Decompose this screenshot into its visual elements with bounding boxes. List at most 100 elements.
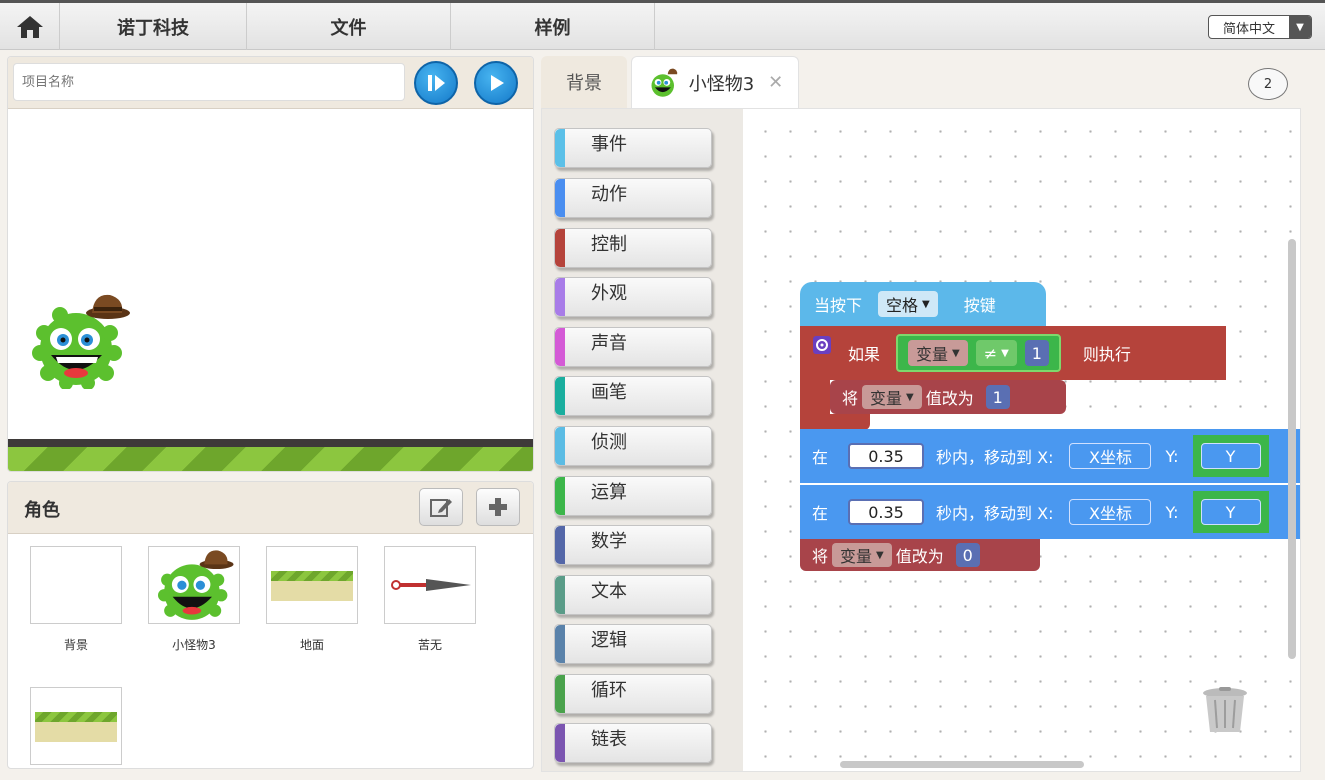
count-badge[interactable]: 2 [1248, 68, 1288, 100]
block-text: 秒内，移动到 X: [936, 504, 1054, 523]
block-palette: 事件 动作 控制 外观 声音 画笔 侦测 运算 数学 文本 逻辑 循环 链表 [542, 109, 743, 771]
set-variable-block[interactable]: 将 变量 ▼ 值改为 0 [800, 539, 1040, 571]
menu-file[interactable]: 文件 [247, 3, 451, 50]
category-color-bar [555, 675, 565, 713]
chevron-down-icon: ▼ [1289, 16, 1311, 38]
category-color-bar [555, 724, 565, 762]
category-label: 运算 [591, 482, 627, 503]
duration-input[interactable]: 0.35 [848, 443, 925, 469]
horizontal-scrollbar[interactable] [840, 761, 1084, 768]
set-variable-block[interactable]: 将 变量 ▼ 值改为 1 [830, 380, 1066, 414]
vertical-scrollbar[interactable] [1288, 239, 1296, 659]
when-key-pressed-block[interactable]: 当按下 空格 ▼ 按键 [800, 282, 1046, 326]
category-control[interactable]: 控制 [554, 228, 712, 268]
ground-line [8, 439, 533, 447]
compare-block[interactable]: 变量 ▼ ≠ ▼ 1 [896, 334, 1061, 372]
sprite-name: 小怪物3 [172, 638, 216, 652]
x-coordinate-input[interactable]: X坐标 [1069, 443, 1152, 469]
category-lists[interactable]: 链表 [554, 723, 712, 763]
category-label: 逻辑 [591, 630, 627, 651]
block-text: 当按下 [814, 296, 863, 315]
category-sound[interactable]: 声音 [554, 327, 712, 367]
category-text[interactable]: 文本 [554, 575, 712, 615]
block-text: 则执行 [1082, 345, 1131, 364]
language-select[interactable]: 简体中文 ▼ [1208, 15, 1312, 39]
category-loops[interactable]: 循环 [554, 674, 712, 714]
key-value: 空格 [886, 296, 919, 315]
glide-to-block[interactable]: 在 0.35 秒内，移动到 X: X坐标 Y: Y [800, 429, 1300, 483]
category-label: 事件 [591, 134, 627, 155]
variable-dropdown[interactable]: 变量 ▼ [908, 340, 968, 366]
y-coordinate-input[interactable]: Y [1200, 443, 1261, 469]
sprite-item-background[interactable]: 背景 [30, 546, 122, 653]
character-title: 角色 [24, 500, 60, 521]
project-name-input[interactable] [13, 63, 405, 101]
gear-icon[interactable] [812, 335, 832, 355]
category-pen[interactable]: 画笔 [554, 376, 712, 416]
stage-canvas[interactable] [8, 109, 533, 471]
category-color-bar [555, 377, 565, 415]
category-label: 链表 [591, 729, 627, 750]
number-input[interactable]: 1 [1024, 340, 1049, 366]
tab-sprite[interactable]: 小怪物3 ✕ [631, 56, 799, 108]
category-math[interactable]: 数学 [554, 525, 712, 565]
glide-to-block[interactable]: 在 0.35 秒内，移动到 X: X坐标 Y: Y [800, 485, 1300, 539]
edit-icon [430, 499, 452, 517]
category-label: 文本 [591, 581, 627, 602]
sprite-item-kunai[interactable]: 苦无 [384, 546, 476, 653]
category-color-bar [555, 526, 565, 564]
code-workspace: 事件 动作 控制 外观 声音 画笔 侦测 运算 数学 文本 逻辑 循环 链表 当… [541, 108, 1301, 772]
add-character-button[interactable] [476, 488, 520, 526]
sprite-item-monster[interactable]: 小怪物3 [148, 546, 240, 653]
block-text: 将 [842, 389, 859, 408]
duration-input[interactable]: 0.35 [848, 499, 925, 525]
category-label: 动作 [591, 184, 627, 205]
y-reporter-block[interactable]: Y [1192, 435, 1269, 477]
menu-examples[interactable]: 样例 [451, 3, 655, 50]
if-block[interactable]: 如果 变量 ▼ ≠ ▼ 1 则执行 [800, 326, 1226, 380]
key-dropdown[interactable]: 空格 ▼ [878, 291, 938, 317]
monster-thumb-icon [158, 550, 234, 620]
operator-dropdown[interactable]: ≠ ▼ [975, 340, 1017, 366]
block-text: 按键 [963, 296, 996, 315]
chevron-down-icon: ▼ [876, 549, 884, 561]
run-button[interactable] [474, 61, 518, 105]
category-sensing[interactable]: 侦测 [554, 426, 712, 466]
category-operators[interactable]: 运算 [554, 476, 712, 516]
y-reporter-block[interactable]: Y [1192, 491, 1269, 533]
variable-dropdown[interactable]: 变量 ▼ [862, 385, 922, 409]
block-text: 秒内，移动到 X: [936, 448, 1054, 467]
sprite-item-ground[interactable]: 地面 [266, 546, 358, 653]
number-input[interactable]: 0 [955, 543, 980, 567]
tab-background[interactable]: 背景 [541, 56, 627, 108]
sprite-item-ground-2[interactable] [30, 687, 122, 768]
variable-name: 变量 [840, 547, 873, 566]
category-events[interactable]: 事件 [554, 128, 712, 168]
sprite-name: 地面 [299, 638, 324, 652]
stage-header [8, 57, 533, 109]
menu-nuoding[interactable]: 诺丁科技 [60, 3, 247, 50]
step-run-button[interactable] [414, 61, 458, 105]
character-panel: 角色 背景 小怪物3 地面 苦无 [7, 481, 534, 769]
category-color-bar [555, 179, 565, 217]
sprite-name: 苦无 [417, 638, 442, 652]
category-color-bar [555, 427, 565, 465]
category-motion[interactable]: 动作 [554, 178, 712, 218]
category-label: 外观 [591, 283, 627, 304]
category-looks[interactable]: 外观 [554, 277, 712, 317]
category-logic[interactable]: 逻辑 [554, 624, 712, 664]
category-color-bar [555, 576, 565, 614]
category-color-bar [555, 229, 565, 267]
trash-icon[interactable] [1200, 686, 1250, 734]
monster-sprite[interactable] [26, 293, 134, 389]
stage-panel [7, 56, 534, 472]
sprite-thumb [266, 546, 358, 624]
x-coordinate-input[interactable]: X坐标 [1069, 499, 1152, 525]
home-button[interactable] [0, 3, 60, 50]
number-input[interactable]: 1 [985, 385, 1010, 409]
variable-dropdown[interactable]: 变量 ▼ [832, 543, 892, 567]
edit-character-button[interactable] [419, 488, 463, 526]
kunai-icon [391, 579, 471, 591]
close-icon[interactable]: ✕ [768, 72, 783, 93]
y-coordinate-input[interactable]: Y [1200, 499, 1261, 525]
